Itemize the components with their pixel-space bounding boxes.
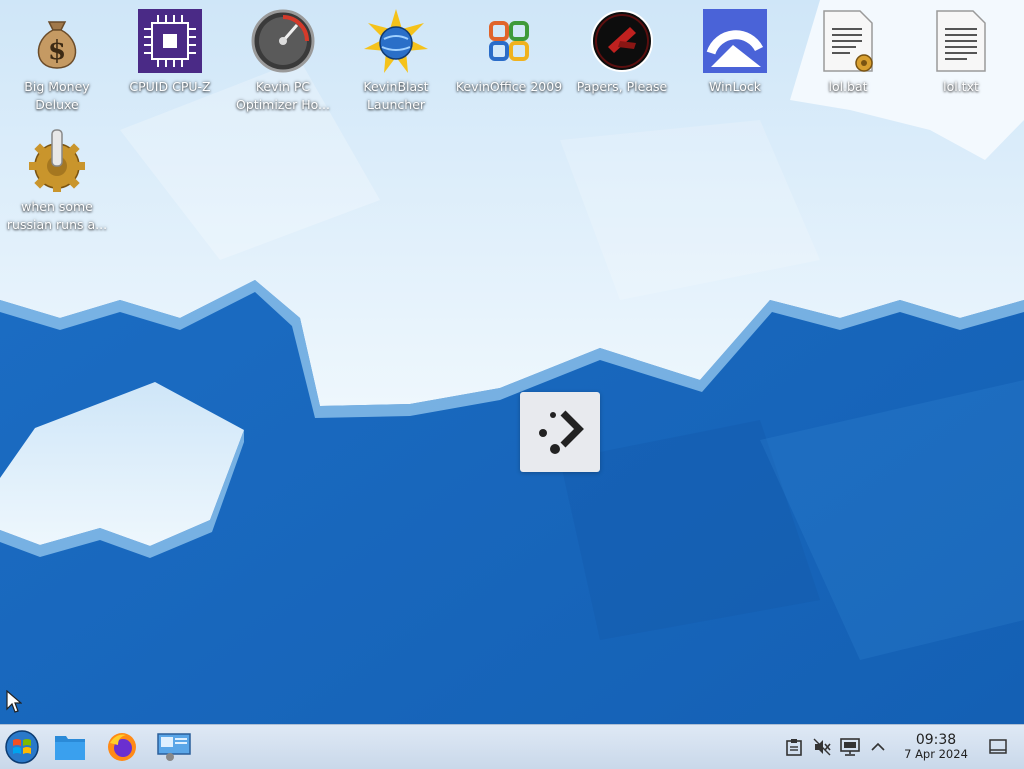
desktop-icon-label: WinLock bbox=[709, 79, 761, 94]
desktop-icon-kevinblast-launcher[interactable]: KevinBlast Launcher bbox=[339, 8, 453, 114]
start-button[interactable] bbox=[2, 727, 42, 767]
desktop-icon-lol-bat[interactable]: lol.bat bbox=[791, 8, 905, 96]
show-desktop-button[interactable] bbox=[984, 733, 1012, 761]
gear-joystick-icon bbox=[24, 128, 90, 194]
clock-time: 09:38 bbox=[915, 732, 957, 748]
desktop-icon-label: KevinOffice 2009 bbox=[455, 79, 563, 94]
desktop: $ Big Money Deluxe CPUID CPU-Z Kevin PC … bbox=[0, 0, 1024, 724]
desktop-icon-winlock[interactable]: WinLock bbox=[678, 8, 792, 96]
file-manager-icon bbox=[55, 736, 85, 760]
svg-text:$: $ bbox=[48, 36, 66, 66]
tray-expander[interactable] bbox=[864, 733, 892, 761]
desktop-icon-papers-please[interactable]: Papers, Please bbox=[565, 8, 679, 96]
papers-please-icon bbox=[589, 8, 655, 74]
tray-clipboard[interactable] bbox=[780, 733, 808, 761]
clock-date: 7 Apr 2024 bbox=[904, 747, 968, 761]
money-bag-icon: $ bbox=[24, 8, 90, 74]
desktop-icon-label: Papers, Please bbox=[576, 79, 668, 94]
globe-star-icon bbox=[363, 8, 429, 74]
speedometer-icon bbox=[250, 8, 316, 74]
cpu-chip-icon bbox=[137, 8, 203, 74]
taskbar-firefox[interactable] bbox=[102, 727, 142, 767]
desktop-icon-label: when some russian runs a... bbox=[6, 199, 108, 232]
office-logo-icon bbox=[476, 8, 542, 74]
start-button-icon bbox=[5, 730, 39, 764]
activity-dots-icon bbox=[539, 410, 584, 454]
desktop-icon-when-some-russian[interactable]: when some russian runs a... bbox=[0, 128, 114, 234]
desktop-icon-label: lol.txt bbox=[943, 79, 979, 94]
desktop-icon-kevin-pc-optimizer[interactable]: Kevin PC Optimizer Ho... bbox=[226, 8, 340, 114]
batch-file-icon bbox=[815, 8, 881, 74]
desktop-icon-label: Big Money Deluxe bbox=[24, 79, 90, 112]
remote-desktop-icon bbox=[157, 733, 191, 761]
desktop-icon-lol-txt[interactable]: lol.txt bbox=[904, 8, 1018, 96]
chevron-up-icon bbox=[871, 742, 885, 751]
mouse-cursor-icon bbox=[6, 690, 22, 713]
wallpaper bbox=[0, 0, 1024, 724]
desktop-icon-label: lol.bat bbox=[828, 79, 868, 94]
show-desktop-icon bbox=[989, 739, 1007, 754]
desktop-icon-label: Kevin PC Optimizer Ho... bbox=[236, 79, 330, 112]
activity-switcher-widget[interactable] bbox=[520, 392, 600, 472]
speaker-muted-icon bbox=[813, 738, 831, 756]
desktop-icon-cpuid-cpu-z[interactable]: CPUID CPU-Z bbox=[113, 8, 227, 96]
text-file-icon bbox=[928, 8, 994, 74]
taskbar-file-manager[interactable] bbox=[50, 727, 90, 767]
winlock-icon bbox=[702, 8, 768, 74]
desktop-icon-label: KevinBlast Launcher bbox=[363, 79, 429, 112]
desktop-icon-label: CPUID CPU-Z bbox=[129, 79, 211, 94]
firefox-icon bbox=[108, 733, 136, 761]
system-tray: 09:38 7 Apr 2024 bbox=[780, 725, 1024, 769]
taskbar-remote-desktop[interactable] bbox=[154, 727, 194, 767]
tray-network[interactable] bbox=[836, 733, 864, 761]
desktop-icon-big-money-deluxe[interactable]: $ Big Money Deluxe bbox=[0, 8, 114, 114]
tray-volume[interactable] bbox=[808, 733, 836, 761]
network-display-icon bbox=[840, 738, 860, 756]
clock[interactable]: 09:38 7 Apr 2024 bbox=[898, 733, 974, 761]
taskbar: 09:38 7 Apr 2024 bbox=[0, 724, 1024, 769]
desktop-icon-kevinoffice-2009[interactable]: KevinOffice 2009 bbox=[452, 8, 566, 96]
clipboard-icon bbox=[786, 739, 802, 756]
